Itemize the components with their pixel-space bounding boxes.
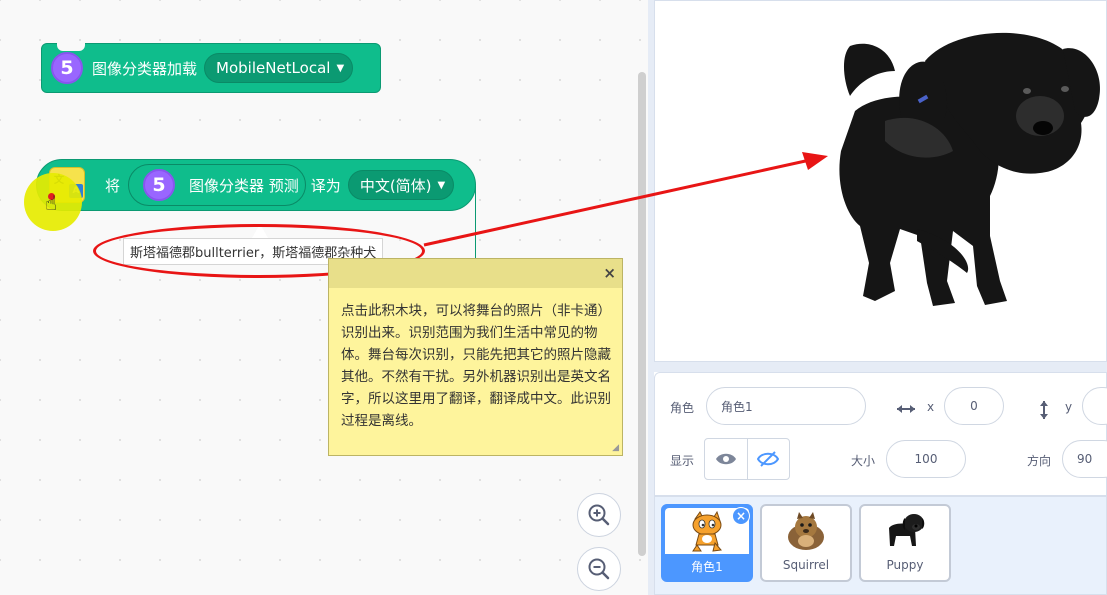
predict-reporter-label: 图像分类器 预测 <box>189 176 299 195</box>
eye-icon <box>715 453 736 465</box>
hide-button[interactable] <box>746 439 789 479</box>
chevron-down-icon: ▼ <box>437 179 446 191</box>
y-label: y <box>1065 400 1073 414</box>
chevron-down-icon: ▼ <box>336 62 345 74</box>
code-workspace[interactable]: 5 图像分类器加载 MobileNetLocal ▼ 文 A 将 5 图像分类器… <box>0 0 648 595</box>
zoom-in-icon <box>588 504 610 526</box>
resize-handle-icon[interactable]: ◢ <box>612 443 619 453</box>
stage-gap <box>654 362 1107 372</box>
sprite-name: Puppy <box>886 558 924 572</box>
zoom-out-icon <box>588 558 610 580</box>
show-button[interactable] <box>705 439 747 479</box>
zoom-out-button[interactable] <box>577 547 621 591</box>
x-label: x <box>927 400 935 414</box>
comment-connector-line <box>475 186 476 258</box>
load-block-label: 图像分类器加载 <box>92 59 198 78</box>
y-arrows-icon <box>1040 401 1048 419</box>
size-input[interactable]: 100 <box>886 440 966 478</box>
workspace-scrollbar[interactable] <box>638 72 646 556</box>
language-dropdown[interactable]: 中文(简体) ▼ <box>347 170 455 200</box>
direction-input[interactable]: 90 <box>1062 440 1107 478</box>
direction-label: 方向 <box>1027 454 1052 468</box>
model-dropdown-value: MobileNetLocal <box>216 59 331 77</box>
squirrel-sprite-icon <box>788 512 824 550</box>
zoom-in-button[interactable] <box>577 493 621 537</box>
eye-slash-icon <box>757 451 780 467</box>
x-input[interactable]: 0 <box>944 387 1004 425</box>
visibility-toggle <box>704 438 790 480</box>
classify-predict-reporter[interactable]: 5 图像分类器 预测 <box>128 164 306 206</box>
hand-cursor-icon: ☝ <box>45 191 58 215</box>
puppy-sprite-image <box>839 32 1101 306</box>
close-icon[interactable]: × <box>603 264 616 282</box>
sprite-name-input[interactable]: 角色1 <box>706 387 866 425</box>
sprite-name: 角色1 <box>691 560 723 574</box>
extension-number-icon: 5 <box>143 169 176 201</box>
show-label: 显示 <box>670 454 695 468</box>
size-label: 大小 <box>851 454 876 468</box>
sprite-name: Squirrel <box>782 558 830 572</box>
model-dropdown[interactable]: MobileNetLocal ▼ <box>204 53 354 83</box>
sprite-thumb <box>762 506 850 556</box>
stage[interactable] <box>654 0 1107 362</box>
puppy-sprite-icon <box>889 514 925 546</box>
language-dropdown-value: 中文(简体) <box>359 176 432 195</box>
extension-number-icon: 5 <box>51 52 83 84</box>
load-model-block[interactable]: 5 图像分类器加载 MobileNetLocal ▼ <box>41 43 381 93</box>
delete-sprite-button[interactable]: × <box>732 507 750 525</box>
sprite-name-label: 角色 <box>670 401 695 415</box>
scratch-editor: 5 图像分类器加载 MobileNetLocal ▼ 文 A 将 5 图像分类器… <box>0 0 1107 595</box>
comment-header[interactable]: × <box>329 259 622 288</box>
comment-text[interactable]: 点击此积木块，可以将舞台的照片（非卡通）识别出来。识别范围为我们生活中常见的物体… <box>329 288 622 432</box>
cat-sprite-icon <box>692 510 722 552</box>
translate-to-label: 译为 <box>310 176 341 195</box>
sprite-tile-puppy[interactable]: Puppy <box>859 504 951 582</box>
sprite-thumb <box>861 506 949 556</box>
x-arrows-icon <box>897 405 915 413</box>
translate-prefix-label: 将 <box>105 176 121 195</box>
translate-block[interactable]: 文 A 将 5 图像分类器 预测 译为 中文(简体) ▼ <box>36 159 476 211</box>
sprite-tile-squirrel[interactable]: Squirrel <box>760 504 852 582</box>
block-comment[interactable]: × 点击此积木块，可以将舞台的照片（非卡通）识别出来。识别范围为我们生活中常见的… <box>328 258 623 456</box>
